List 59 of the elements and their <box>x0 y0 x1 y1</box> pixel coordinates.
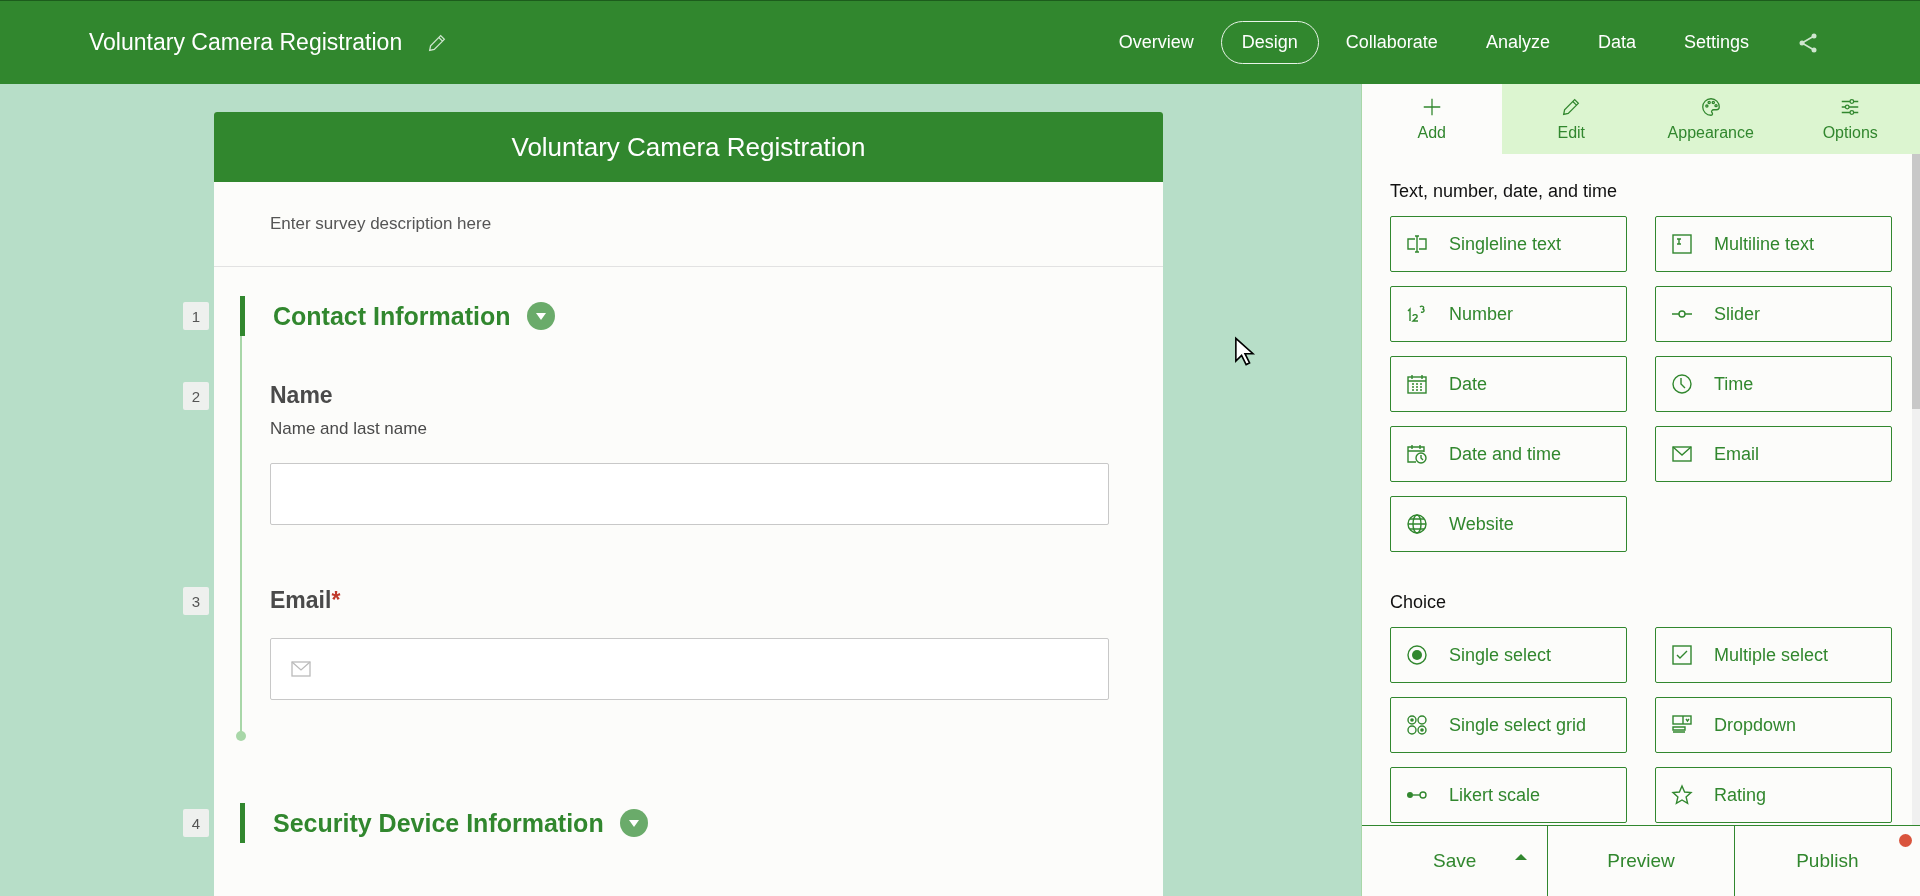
question-type-button[interactable]: Multiple select <box>1655 627 1892 683</box>
nav-tab[interactable]: Analyze <box>1464 21 1571 64</box>
question-type-button[interactable]: Single select <box>1390 627 1627 683</box>
mouse-pointer-icon <box>1233 336 1257 368</box>
question-number: 1 <box>183 302 209 330</box>
section-title: Contact Information <box>273 301 511 331</box>
text-box-icon <box>1670 232 1694 256</box>
group-heading: Choice <box>1390 592 1448 613</box>
answer-field[interactable] <box>270 463 1109 525</box>
caret-up-icon <box>1515 852 1528 860</box>
question-type-button[interactable]: Likert scale <box>1390 767 1627 823</box>
question-label: Email <box>270 587 332 614</box>
calendar-clock-icon <box>1405 442 1429 466</box>
question-type-button[interactable]: Time <box>1655 356 1892 412</box>
question-number: 4 <box>183 809 209 837</box>
nav-tab[interactable]: Overview <box>1097 21 1215 64</box>
collapse-caret-icon <box>619 809 648 837</box>
section-title: Security Device Information <box>273 808 604 838</box>
question-type-button[interactable]: Email <box>1655 426 1892 482</box>
question-type-button[interactable]: Single select grid <box>1390 697 1627 753</box>
panel-tab[interactable]: Appearance <box>1641 84 1781 154</box>
survey-title: Voluntary Camera Registration <box>89 29 403 56</box>
star-icon <box>1670 783 1694 807</box>
text-cursor-icon <box>1405 232 1429 256</box>
scrollbar[interactable] <box>1912 154 1920 825</box>
notification-dot <box>1899 834 1912 847</box>
globe-icon <box>1405 512 1429 536</box>
palette-icon <box>1699 96 1722 118</box>
question-type-button[interactable]: Date <box>1390 356 1627 412</box>
question-type-button[interactable]: Singleline text <box>1390 216 1627 272</box>
radio-grid-icon <box>1405 713 1429 737</box>
scrollbar-thumb[interactable] <box>1912 154 1920 409</box>
panel-tab[interactable]: Options <box>1780 84 1920 154</box>
nav-tab[interactable]: Data <box>1576 21 1657 64</box>
survey-header: Voluntary Camera Registration <box>214 112 1163 182</box>
checkbox-icon <box>1670 643 1694 667</box>
question-number: 3 <box>183 587 209 615</box>
question-type-button[interactable]: Number <box>1390 286 1627 342</box>
question-number: 2 <box>183 382 209 410</box>
clock-icon <box>1670 372 1694 396</box>
required-mark: * <box>331 587 341 614</box>
answer-field[interactable] <box>270 638 1109 700</box>
radio-icon <box>1405 643 1429 667</box>
question-type-button[interactable]: Multiline text <box>1655 216 1892 272</box>
question-type-button[interactable]: Rating <box>1655 767 1892 823</box>
group-heading: Text, number, date, and time <box>1390 181 1619 202</box>
question-label: Name <box>270 382 333 409</box>
nav-tab[interactable]: Collaborate <box>1324 21 1459 64</box>
panel-tab[interactable]: Edit <box>1501 84 1641 154</box>
question-type-button[interactable]: Dropdown <box>1655 697 1892 753</box>
calendar-icon <box>1405 372 1429 396</box>
question-type-button[interactable]: Date and time <box>1390 426 1627 482</box>
question-type-button[interactable]: Website <box>1390 496 1627 552</box>
collapse-caret-icon <box>526 302 555 330</box>
question-hint: Name and last name <box>270 419 428 439</box>
nav-tab[interactable]: Settings <box>1662 21 1770 64</box>
survey-description: Enter survey description here <box>270 214 492 234</box>
question-type-button[interactable]: Slider <box>1655 286 1892 342</box>
likert-scale-icon <box>1405 791 1429 799</box>
